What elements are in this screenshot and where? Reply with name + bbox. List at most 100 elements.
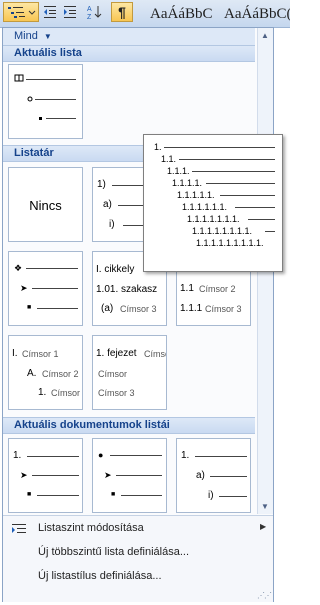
tile-label: 1) [97, 179, 106, 190]
tile-label: 1. [38, 387, 47, 398]
tile-label: Címsor [98, 369, 127, 379]
define-multilevel-list-item[interactable]: Új többszintű lista definiálása... [3, 542, 273, 564]
list-tile-current[interactable] [8, 64, 83, 139]
tile-line [37, 495, 79, 496]
arrowhead-bullet-icon: ➤ [104, 470, 112, 480]
list-tile-chapter-headings[interactable]: 1. fejezet Címsor Címsor Címsor 3 [92, 335, 167, 410]
square-bullet-icon [39, 117, 42, 120]
tile-label: I. [12, 348, 18, 359]
bullet-icon: ● [98, 450, 104, 460]
tile-line [110, 455, 162, 456]
tooltip-level: 1.1.1.1.1.1. [182, 202, 228, 212]
decrease-indent-button[interactable] [40, 2, 60, 22]
multilevel-list-button[interactable] [3, 2, 39, 22]
tile-label: Címsor 3 [98, 388, 135, 398]
arrowhead-bullet-icon: ➤ [20, 470, 28, 480]
tile-label: Címsor [144, 349, 166, 359]
list-tile-symbol-bullets[interactable]: ❖ ➤ ■ [8, 251, 83, 326]
resize-grip-icon[interactable]: ⋰⋰ [257, 591, 272, 600]
ribbon: A Z ¶ AaÁáBbC( AaÁáBbC( [0, 0, 290, 28]
change-list-level-label: Listaszint módosítása [38, 522, 144, 534]
list-level-icon [12, 524, 26, 533]
tile-label: 1. [181, 450, 190, 461]
tile-line [37, 308, 78, 309]
submenu-arrow-icon: ▶ [260, 522, 267, 531]
tile-label: 1.1 [180, 283, 194, 294]
tooltip-level: 1.1.1. [167, 166, 190, 176]
arrowhead-bullet-icon: ➤ [20, 283, 28, 293]
scroll-up-icon[interactable]: ▲ [261, 31, 269, 40]
tooltip-level: 1. [154, 142, 162, 152]
tooltip-level: 1.1.1.1.1.1.1.1.1. [196, 238, 264, 248]
tile-line [116, 475, 162, 476]
scroll-down-icon[interactable]: ▼ [261, 502, 269, 511]
tile-label: a) [103, 199, 112, 210]
tooltip-line [192, 171, 275, 172]
list-tile-document-2[interactable]: ● ➤ ■ [92, 438, 167, 513]
tooltip-level: 1.1. [161, 154, 177, 164]
circle-bullet-icon [27, 96, 33, 102]
tile-label: Címsor 2 [199, 284, 236, 294]
tile-label: 1. [13, 450, 22, 461]
tile-label: (a) [101, 303, 114, 314]
list-menu: Listaszint módosítása ▶ Új többszintű li… [3, 515, 273, 602]
tooltip-line [164, 147, 275, 148]
tooltip-line [235, 207, 275, 208]
sort-icon: A Z [87, 6, 102, 21]
tooltip-level: 1.1.1.1.1.1.1.1. [192, 226, 253, 236]
tooltip-line [206, 183, 275, 184]
filter-label: Mind [14, 30, 38, 42]
list-tile-none[interactable]: Nincs [8, 167, 83, 242]
tile-label: i) [109, 219, 115, 230]
list-tile-document-3[interactable]: 1. a) i) [176, 438, 251, 513]
tile-line [195, 456, 247, 457]
tile-label: Címsor 3 [120, 304, 157, 314]
decrease-indent-icon [44, 6, 56, 18]
style-preview-2[interactable]: AaÁáBbC( [224, 2, 290, 26]
show-formatting-button[interactable]: ¶ [111, 2, 133, 22]
tile-label: I. cikkely [96, 264, 135, 275]
tile-label: i) [208, 490, 214, 501]
increase-indent-icon [64, 6, 76, 18]
tooltip-line [265, 231, 275, 232]
tile-line [32, 288, 78, 289]
multilevel-list-icon [8, 7, 36, 18]
section-header-current: Aktuális lista [3, 45, 255, 62]
tile-line [26, 268, 78, 269]
book-bullet-icon [14, 74, 24, 82]
none-label: Nincs [29, 198, 62, 213]
define-list-style-item[interactable]: Új listastílus definiálása... [3, 566, 273, 588]
filter-dropdown[interactable]: Mind ▼ [3, 28, 255, 45]
tooltip-line [220, 195, 275, 196]
list-tile-document-1[interactable]: 1. ➤ ■ [8, 438, 83, 513]
increase-indent-button[interactable] [60, 2, 80, 22]
tile-line [219, 496, 247, 497]
tile-label: 1.1.1 [180, 303, 203, 314]
style-preview-1[interactable]: AaÁáBbC( [150, 2, 212, 26]
multilevel-preview-tooltip: 1. 1.1. 1.1.1. 1.1.1.1. 1.1.1.1.1. 1.1.1… [143, 134, 283, 272]
tooltip-line [248, 219, 275, 220]
tooltip-line [179, 159, 275, 160]
svg-text:A: A [87, 6, 92, 13]
tile-label: Címsor [51, 388, 80, 398]
svg-text:Z: Z [87, 14, 92, 21]
square-bullet-icon: ■ [27, 304, 32, 311]
diamond-bullet-icon: ❖ [14, 263, 23, 273]
tile-label: 1. fejezet [96, 348, 137, 359]
multilevel-list-gallery: Mind ▼ Aktuális lista Listatár Nincs 1) … [2, 27, 274, 602]
tile-line [210, 476, 247, 477]
tile-label: A. [27, 368, 37, 379]
tile-line [121, 495, 162, 496]
tile-label: Címsor 1 [22, 349, 59, 359]
tile-label: Címsor 3 [205, 304, 242, 314]
tooltip-level: 1.1.1.1.1. [177, 190, 215, 200]
square-bullet-icon: ■ [111, 491, 116, 498]
current-list-preview [14, 74, 76, 120]
change-list-level-item[interactable]: Listaszint módosítása ▶ [3, 518, 273, 540]
list-tile-outline-headings[interactable]: I. Címsor 1 A. Címsor 2 1. Címsor [8, 335, 83, 410]
define-list-style-label: Új listastílus definiálása... [38, 570, 162, 582]
tile-label: 1.01. szakasz [96, 284, 158, 295]
tile-label: Címsor 2 [42, 369, 79, 379]
tile-label: a) [196, 470, 205, 481]
sort-button[interactable]: A Z [84, 2, 106, 22]
